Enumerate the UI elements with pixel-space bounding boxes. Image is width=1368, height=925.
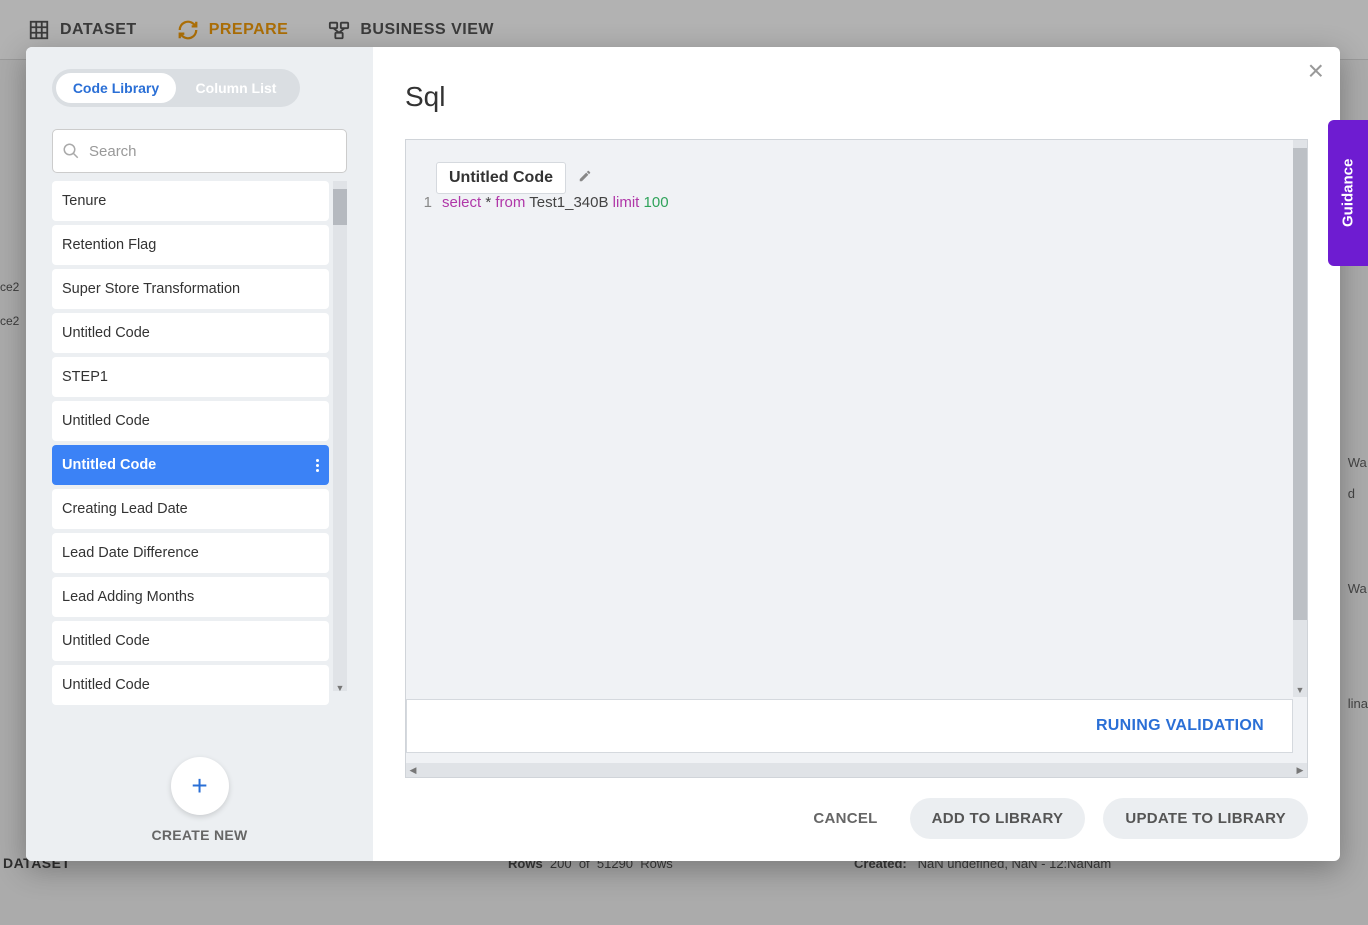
close-icon[interactable]: ×	[1308, 55, 1324, 87]
scroll-down-icon[interactable]: ▼	[333, 681, 347, 695]
list-item[interactable]: Lead Date Difference	[52, 533, 329, 573]
create-new-area: + CREATE NEW	[52, 749, 347, 843]
toggle-code-library[interactable]: Code Library	[56, 73, 176, 103]
list-item[interactable]: Untitled Code	[52, 665, 329, 705]
toggle-column-list[interactable]: Column List	[176, 73, 296, 103]
code-line: 1 select * from Test1_340B limit 100	[406, 192, 1289, 214]
view-toggle: Code Library Column List	[52, 69, 300, 107]
list-item[interactable]: Untitled Code	[52, 621, 329, 661]
code-editor: Untitled Code 1 select * from Test1_340B…	[405, 139, 1308, 778]
update-to-library-button[interactable]: UPDATE TO LIBRARY	[1103, 798, 1308, 839]
bg-leak-right: NC Wa d Wa lina	[1348, 200, 1368, 727]
list-item[interactable]: Untitled Code	[52, 445, 329, 485]
search-icon	[62, 142, 80, 160]
list-item[interactable]: Lead Adding Months	[52, 577, 329, 617]
scroll-thumb[interactable]	[333, 189, 347, 225]
list-item[interactable]: Super Store Transformation	[52, 269, 329, 309]
code-list: Tenure Retention Flag Super Store Transf…	[52, 181, 347, 717]
list-item[interactable]: Untitled Code	[52, 313, 329, 353]
create-new-label: CREATE NEW	[52, 827, 347, 843]
list-item[interactable]: Tenure	[52, 181, 329, 221]
edit-icon[interactable]	[578, 169, 592, 188]
page-title: Sql	[405, 81, 1308, 113]
scrollbar-horizontal[interactable]	[406, 763, 1307, 777]
validation-text: RUNING VALIDATION	[1096, 717, 1264, 735]
add-to-library-button[interactable]: ADD TO LIBRARY	[910, 798, 1086, 839]
code-title-input[interactable]: Untitled Code	[436, 162, 566, 194]
editor-header: Untitled Code	[436, 162, 592, 194]
create-new-button[interactable]: +	[171, 757, 229, 815]
list-item-label: Untitled Code	[62, 457, 156, 473]
more-icon[interactable]	[316, 459, 319, 472]
line-number: 1	[416, 192, 432, 214]
list-item[interactable]: Untitled Code	[52, 401, 329, 441]
sql-modal: × Code Library Column List Tenure Retent…	[26, 47, 1340, 861]
scroll-thumb[interactable]	[1293, 148, 1307, 620]
scrollbar-vertical[interactable]	[333, 181, 347, 691]
list-item[interactable]: STEP1	[52, 357, 329, 397]
list-item[interactable]: Creating Lead Date	[52, 489, 329, 529]
code-area[interactable]: 1 select * from Test1_340B limit 100	[406, 192, 1289, 697]
cancel-button[interactable]: CANCEL	[799, 800, 891, 837]
search-input[interactable]	[52, 129, 347, 173]
scroll-right-icon[interactable]: ▶	[1293, 763, 1307, 777]
modal-sidebar: Code Library Column List Tenure Retentio…	[26, 47, 373, 861]
scroll-down-icon[interactable]: ▼	[1293, 683, 1307, 697]
validation-status: RUNING VALIDATION	[406, 699, 1293, 753]
modal-main: Sql Untitled Code 1 select * from Test1_…	[373, 47, 1340, 861]
list-item[interactable]: Retention Flag	[52, 225, 329, 265]
scroll-left-icon[interactable]: ◀	[406, 763, 420, 777]
search-wrap	[52, 129, 347, 173]
guidance-tab[interactable]: Guidance	[1328, 120, 1368, 266]
footer-buttons: CANCEL ADD TO LIBRARY UPDATE TO LIBRARY	[405, 778, 1308, 839]
